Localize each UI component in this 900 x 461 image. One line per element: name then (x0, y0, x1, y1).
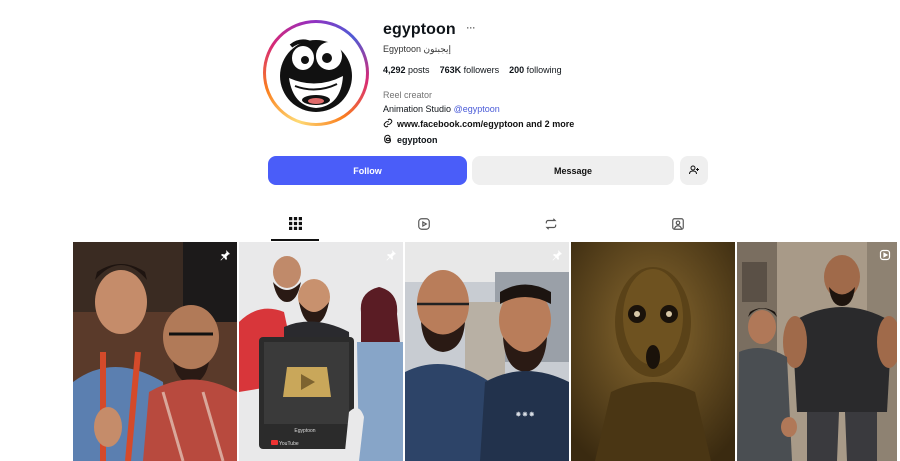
tab-reposts[interactable] (527, 212, 575, 241)
external-link[interactable]: www.facebook.com/egyptoon and 2 more (383, 118, 574, 130)
profile-full-name: Egyptoon إيجبتون (383, 44, 452, 54)
posts-grid: Egyptoon YouTube ⁕⁕⁕ (73, 242, 900, 461)
pinned-icon (385, 248, 397, 266)
profile-stats: 4,292 posts 763K followers 200 following (383, 65, 574, 75)
threads-link[interactable]: egyptoon (383, 134, 574, 146)
external-link-text: www.facebook.com/egyptoon and 2 more (397, 119, 575, 129)
profile-username: egyptoon (383, 21, 456, 38)
post-thumbnail[interactable] (571, 242, 735, 461)
profile-info: egyptoon ··· Egyptoon إيجبتون 4,292 post… (383, 20, 574, 146)
profile-avatar[interactable] (263, 20, 369, 126)
suggested-accounts-button[interactable] (680, 156, 708, 185)
bio-text: Animation Studio (383, 104, 452, 114)
profile-bio: Animation Studio @egyptoon (383, 104, 574, 114)
post-thumbnail[interactable] (73, 242, 237, 461)
svg-text:Egyptoon: Egyptoon (294, 428, 315, 434)
pinned-icon (219, 248, 231, 266)
posts-stat: 4,292 posts (383, 65, 430, 75)
post-thumbnail[interactable]: ⁕⁕⁕ (405, 242, 569, 461)
more-options-icon[interactable]: ··· (466, 20, 476, 34)
tab-tagged[interactable] (654, 212, 702, 241)
tab-posts[interactable] (271, 212, 319, 241)
pinned-icon (551, 248, 563, 266)
profile-category: Reel creator (383, 90, 433, 100)
profile-tabs (0, 212, 900, 242)
svg-text:⁕⁕⁕: ⁕⁕⁕ (515, 410, 535, 419)
reposts-icon (544, 217, 558, 236)
bio-mention-link[interactable]: @egyptoon (454, 104, 500, 114)
egyptoon-logo-face (271, 28, 361, 118)
link-icon (383, 118, 393, 130)
add-person-icon (688, 164, 700, 178)
threads-icon (383, 134, 393, 146)
reel-thumbnail[interactable] (737, 242, 897, 461)
post-thumbnail[interactable]: Egyptoon YouTube (239, 242, 403, 461)
followers-stat[interactable]: 763K followers (440, 65, 500, 75)
following-stat[interactable]: 200 following (509, 65, 562, 75)
reels-icon (417, 217, 431, 236)
svg-text:YouTube: YouTube (279, 441, 299, 447)
follow-button[interactable]: Follow (268, 156, 467, 185)
message-button[interactable]: Message (472, 156, 674, 185)
grid-icon (288, 216, 302, 235)
tagged-icon (671, 217, 685, 236)
reel-icon (879, 248, 891, 266)
tab-reels[interactable] (400, 212, 448, 241)
threads-handle: egyptoon (397, 135, 438, 145)
